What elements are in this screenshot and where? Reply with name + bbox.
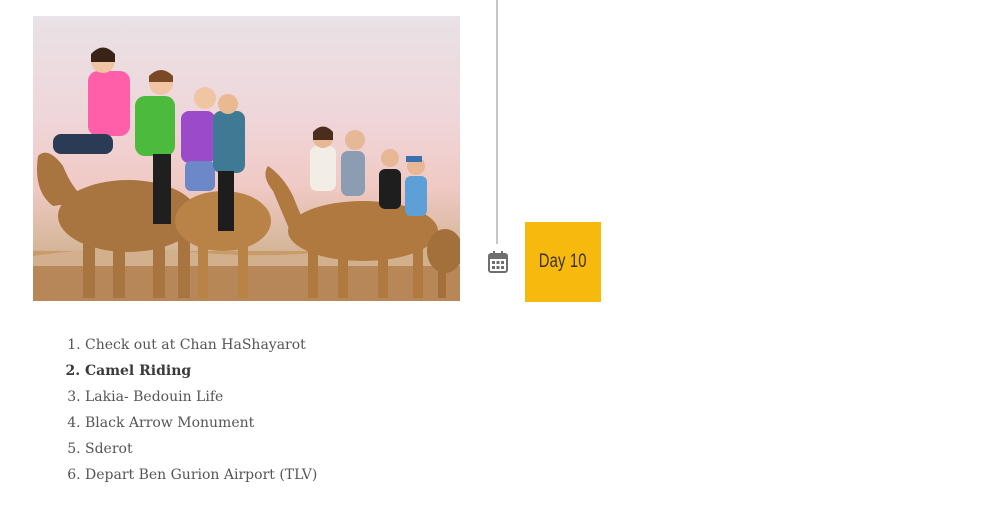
itinerary-day-section: Day 10 Check out at Chan HaShayarot Came… [0, 0, 1000, 509]
itinerary-list: Check out at Chan HaShayarot Camel Ridin… [33, 332, 317, 488]
day-badge: Day 10 [525, 222, 601, 302]
list-item: Black Arrow Monument [85, 410, 317, 436]
list-item: Sderot [85, 436, 317, 462]
camel-ride-photo [33, 16, 460, 301]
camel-ride-illustration [33, 47, 460, 301]
list-item: Camel Riding [85, 358, 317, 384]
day-label: Day 10 [539, 251, 587, 272]
calendar-icon [487, 250, 509, 274]
list-item: Check out at Chan HaShayarot [85, 332, 317, 358]
list-item: Depart Ben Gurion Airport (TLV) [85, 462, 317, 488]
timeline-line [496, 0, 498, 244]
list-item: Lakia- Bedouin Life [85, 384, 317, 410]
